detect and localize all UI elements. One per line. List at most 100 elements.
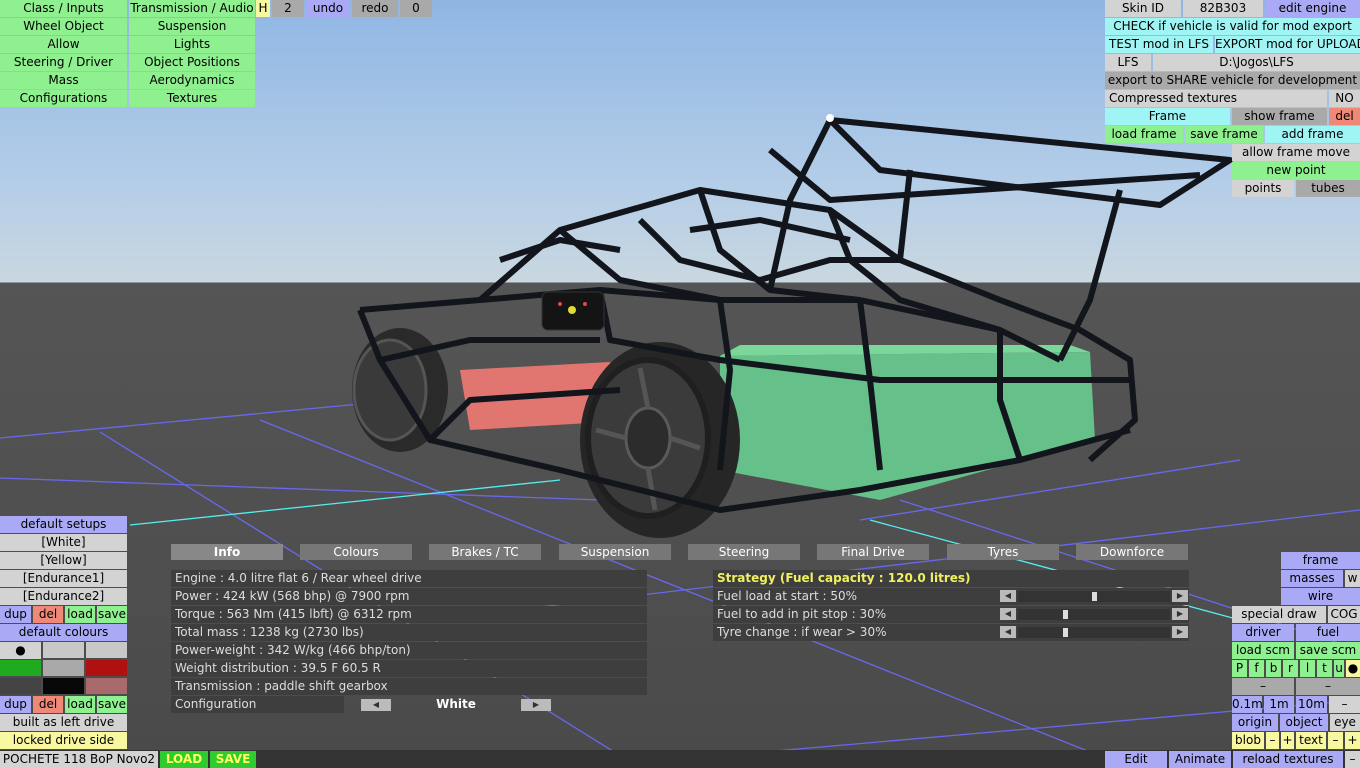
colour-swatch-red[interactable]: [86, 660, 127, 676]
letter-r-button[interactable]: r: [1283, 660, 1298, 677]
letter-p-button[interactable]: P: [1232, 660, 1247, 677]
slider-right-arrow[interactable]: ▶: [1172, 590, 1188, 602]
configuration-next-arrow[interactable]: ▶: [521, 699, 551, 711]
del-colour-button[interactable]: del: [33, 696, 63, 713]
minus-right-button[interactable]: –: [1296, 678, 1360, 695]
test-mod-button[interactable]: TEST mod in LFS: [1105, 36, 1213, 53]
masses-button[interactable]: masses: [1281, 570, 1343, 587]
slider-left-arrow[interactable]: ◀: [1000, 626, 1016, 638]
save-setup-button[interactable]: save: [97, 606, 127, 623]
tab-final-drive[interactable]: Final Drive: [817, 544, 929, 560]
new-point-button[interactable]: new point: [1232, 162, 1360, 179]
load-car-button[interactable]: LOAD: [160, 751, 208, 768]
colour-swatch-green[interactable]: [0, 660, 41, 676]
slider-knob[interactable]: [1092, 592, 1097, 601]
locked-drive-side-button[interactable]: locked drive side: [0, 732, 127, 749]
lfs-path[interactable]: D:\Jogos\LFS: [1153, 54, 1360, 71]
dup-colour-button[interactable]: dup: [0, 696, 31, 713]
object-button[interactable]: object: [1280, 714, 1328, 731]
blob-plus-button[interactable]: +: [1281, 732, 1294, 749]
tab-info[interactable]: Info: [171, 544, 283, 560]
step-1m-button[interactable]: 1m: [1264, 696, 1294, 713]
reload-textures-button[interactable]: reload textures: [1233, 751, 1343, 768]
tubes-button[interactable]: tubes: [1296, 180, 1360, 197]
fuel-button[interactable]: fuel: [1296, 624, 1360, 641]
save-car-button[interactable]: SAVE: [210, 751, 256, 768]
slider-right-arrow[interactable]: ▶: [1172, 626, 1188, 638]
colour-swatch-rose[interactable]: [86, 678, 127, 694]
load-colour-button[interactable]: load: [65, 696, 95, 713]
text-plus-button[interactable]: +: [1345, 732, 1360, 749]
slider-track[interactable]: [1018, 591, 1170, 602]
colour-slot-selected[interactable]: ●: [0, 642, 41, 659]
setup-endurance1[interactable]: [Endurance1]: [0, 570, 127, 587]
blob-minus-button[interactable]: –: [1266, 732, 1279, 749]
letter-b-button[interactable]: b: [1266, 660, 1281, 677]
default-setups-button[interactable]: default setups: [0, 516, 127, 533]
del-setup-button[interactable]: del: [33, 606, 63, 623]
edit-engine-button[interactable]: edit engine: [1265, 0, 1360, 17]
menu-steering-driver[interactable]: Steering / Driver: [0, 54, 127, 71]
slider-right-arrow[interactable]: ▶: [1172, 608, 1188, 620]
setup-yellow[interactable]: [Yellow]: [0, 552, 127, 569]
tab-downforce[interactable]: Downforce: [1076, 544, 1188, 560]
origin-button[interactable]: origin: [1232, 714, 1278, 731]
colour-swatch[interactable]: [86, 642, 127, 658]
built-as-left-drive-button[interactable]: built as left drive: [0, 714, 127, 731]
allow-frame-move-button[interactable]: allow frame move: [1232, 144, 1360, 161]
animate-mode-button[interactable]: Animate: [1169, 751, 1231, 768]
dup-setup-button[interactable]: dup: [0, 606, 31, 623]
load-scm-button[interactable]: load scm: [1232, 642, 1294, 659]
menu-aerodynamics[interactable]: Aerodynamics: [129, 72, 255, 89]
cog-button[interactable]: COG: [1328, 606, 1360, 623]
colour-swatch-black[interactable]: [43, 678, 84, 694]
letter-l-button[interactable]: l: [1300, 660, 1315, 677]
text-button[interactable]: text: [1296, 732, 1326, 749]
step-01m-button[interactable]: 0.1m: [1232, 696, 1262, 713]
export-mod-button[interactable]: EXPORT mod for UPLOAD: [1215, 36, 1360, 53]
delete-frame-button[interactable]: del: [1329, 108, 1360, 125]
menu-class-inputs[interactable]: Class / Inputs: [0, 0, 127, 17]
slider-knob[interactable]: [1063, 610, 1068, 619]
slider-knob[interactable]: [1063, 628, 1068, 637]
step-10m-button[interactable]: 10m: [1296, 696, 1327, 713]
menu-transmission-audio[interactable]: Transmission / Audio: [129, 0, 255, 17]
menu-allow[interactable]: Allow: [0, 36, 127, 53]
minus-left-button[interactable]: –: [1232, 678, 1294, 695]
eye-button[interactable]: eye: [1330, 714, 1360, 731]
menu-suspension[interactable]: Suspension: [129, 18, 255, 35]
show-frame-button[interactable]: show frame: [1232, 108, 1327, 125]
save-colour-button[interactable]: save: [97, 696, 127, 713]
pit-fuel-slider[interactable]: ◀ ▶: [1000, 608, 1188, 621]
status-minus-button[interactable]: –: [1345, 751, 1360, 768]
menu-lights[interactable]: Lights: [129, 36, 255, 53]
dot-toggle[interactable]: ●: [1346, 660, 1360, 677]
edit-mode-button[interactable]: Edit: [1105, 751, 1167, 768]
frame-view-button[interactable]: frame: [1281, 552, 1360, 569]
letter-f-button[interactable]: f: [1249, 660, 1264, 677]
load-setup-button[interactable]: load: [65, 606, 95, 623]
configuration-prev-arrow[interactable]: ◀: [361, 699, 391, 711]
tab-suspension[interactable]: Suspension: [559, 544, 671, 560]
load-frame-button[interactable]: load frame: [1105, 126, 1183, 143]
points-button[interactable]: points: [1232, 180, 1294, 197]
slider-left-arrow[interactable]: ◀: [1000, 590, 1016, 602]
text-minus-button[interactable]: –: [1328, 732, 1343, 749]
menu-mass[interactable]: Mass: [0, 72, 127, 89]
h-toggle[interactable]: H: [256, 0, 270, 17]
tab-steering[interactable]: Steering: [688, 544, 800, 560]
colour-swatch-grey[interactable]: [43, 660, 84, 676]
tab-colours[interactable]: Colours: [300, 544, 412, 560]
undo-button[interactable]: undo: [306, 0, 350, 17]
driver-button[interactable]: driver: [1232, 624, 1294, 641]
add-frame-button[interactable]: add frame: [1265, 126, 1360, 143]
colour-swatch-dark[interactable]: [0, 678, 41, 694]
save-frame-button[interactable]: save frame: [1185, 126, 1263, 143]
menu-object-positions[interactable]: Object Positions: [129, 54, 255, 71]
colour-swatch[interactable]: [43, 642, 84, 658]
export-share-button[interactable]: export to SHARE vehicle for development: [1105, 72, 1360, 89]
step-minus-button[interactable]: –: [1329, 696, 1360, 713]
slider-track[interactable]: [1018, 609, 1170, 620]
special-draw-button[interactable]: special draw: [1232, 606, 1326, 623]
skin-id-value[interactable]: 82B303: [1183, 0, 1263, 17]
